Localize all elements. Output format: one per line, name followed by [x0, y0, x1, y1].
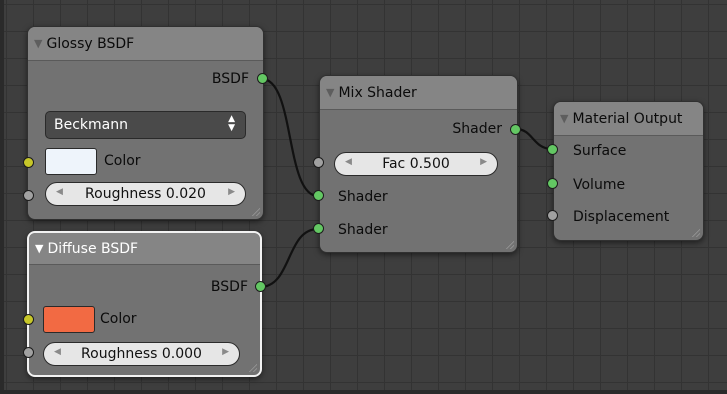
node-title: Glossy BSDF: [46, 35, 135, 52]
resize-grip-icon[interactable]: [252, 208, 260, 216]
distribution-value: Beckmann: [54, 117, 128, 133]
node-title: Material Output: [572, 110, 683, 127]
material-output-node[interactable]: ▼ Material Output Surface Volume Displac…: [553, 101, 704, 241]
bsdf-output-label: BSDF: [211, 71, 249, 87]
fac-slider[interactable]: ◀ Fac 0.500 ▶: [334, 152, 498, 176]
volume-label: Volume: [573, 177, 626, 193]
mix-shader-input2-socket[interactable]: [313, 223, 324, 234]
mix-shader-output-socket[interactable]: [510, 124, 521, 135]
collapse-triangle-icon[interactable]: ▼: [35, 242, 43, 255]
increment-arrow-icon[interactable]: ▶: [222, 347, 229, 357]
collapse-triangle-icon[interactable]: ▼: [34, 37, 42, 50]
glossy-roughness-input-socket[interactable]: [23, 190, 34, 201]
material-output-header[interactable]: ▼ Material Output: [554, 102, 703, 136]
node-title: Diffuse BSDF: [47, 240, 139, 257]
diffuse-color-swatch[interactable]: [43, 306, 95, 333]
surface-input-socket[interactable]: [547, 144, 558, 155]
fac-value: Fac 0.500: [382, 156, 450, 172]
decrement-arrow-icon[interactable]: ◀: [56, 187, 63, 197]
shader-input2-label: Shader: [338, 222, 388, 238]
mix-shader-input1-socket[interactable]: [313, 190, 324, 201]
displacement-input-socket[interactable]: [547, 210, 558, 221]
shader-output-label: Shader: [452, 121, 502, 137]
resize-grip-icon[interactable]: [692, 229, 700, 237]
distribution-dropdown[interactable]: Beckmann ▲ ▼: [45, 111, 246, 139]
glossy-color-input-socket[interactable]: [23, 157, 34, 168]
collapse-triangle-icon[interactable]: ▼: [560, 112, 568, 125]
increment-arrow-icon[interactable]: ▶: [480, 157, 487, 167]
resize-grip-icon[interactable]: [506, 241, 514, 249]
roughness-value: Roughness 0.020: [85, 186, 206, 202]
glossy-color-swatch[interactable]: [45, 148, 97, 175]
diffuse-bsdf-header[interactable]: ▼ Diffuse BSDF: [29, 233, 260, 265]
resize-grip-icon[interactable]: [249, 364, 257, 372]
volume-input-socket[interactable]: [547, 178, 558, 189]
roughness-slider[interactable]: ◀ Roughness 0.000 ▶: [43, 342, 240, 366]
color-label: Color: [104, 153, 141, 169]
diffuse-roughness-input-socket[interactable]: [23, 347, 34, 358]
mix-shader-node[interactable]: ▼ Mix Shader Shader ◀ Fac 0.500 ▶ Shader…: [319, 75, 518, 253]
mix-shader-header[interactable]: ▼ Mix Shader: [320, 76, 517, 110]
glossy-bsdf-header[interactable]: ▼ Glossy BSDF: [28, 27, 263, 61]
displacement-label: Displacement: [573, 209, 670, 225]
glossy-bsdf-output-socket[interactable]: [257, 73, 268, 84]
node-title: Mix Shader: [338, 84, 417, 101]
decrement-arrow-icon[interactable]: ◀: [54, 347, 61, 357]
glossy-bsdf-node[interactable]: ▼ Glossy BSDF BSDF Beckmann ▲ ▼ Color ◀ R…: [27, 26, 264, 220]
collapse-triangle-icon[interactable]: ▼: [326, 86, 334, 99]
roughness-value: Roughness 0.000: [81, 346, 202, 362]
shader-input1-label: Shader: [338, 189, 388, 205]
diffuse-bsdf-node[interactable]: ▼ Diffuse BSDF BSDF Color ◀ Roughness 0.…: [27, 231, 262, 377]
bsdf-output-label: BSDF: [210, 279, 248, 295]
decrement-arrow-icon[interactable]: ◀: [345, 157, 352, 167]
color-label: Color: [100, 311, 137, 327]
surface-label: Surface: [573, 143, 627, 159]
diffuse-bsdf-output-socket[interactable]: [255, 281, 266, 292]
dropdown-arrows-icon: ▲ ▼: [228, 114, 235, 133]
diffuse-color-input-socket[interactable]: [23, 314, 34, 325]
increment-arrow-icon[interactable]: ▶: [228, 187, 235, 197]
roughness-slider[interactable]: ◀ Roughness 0.020 ▶: [45, 182, 246, 206]
mix-fac-input-socket[interactable]: [313, 157, 324, 168]
